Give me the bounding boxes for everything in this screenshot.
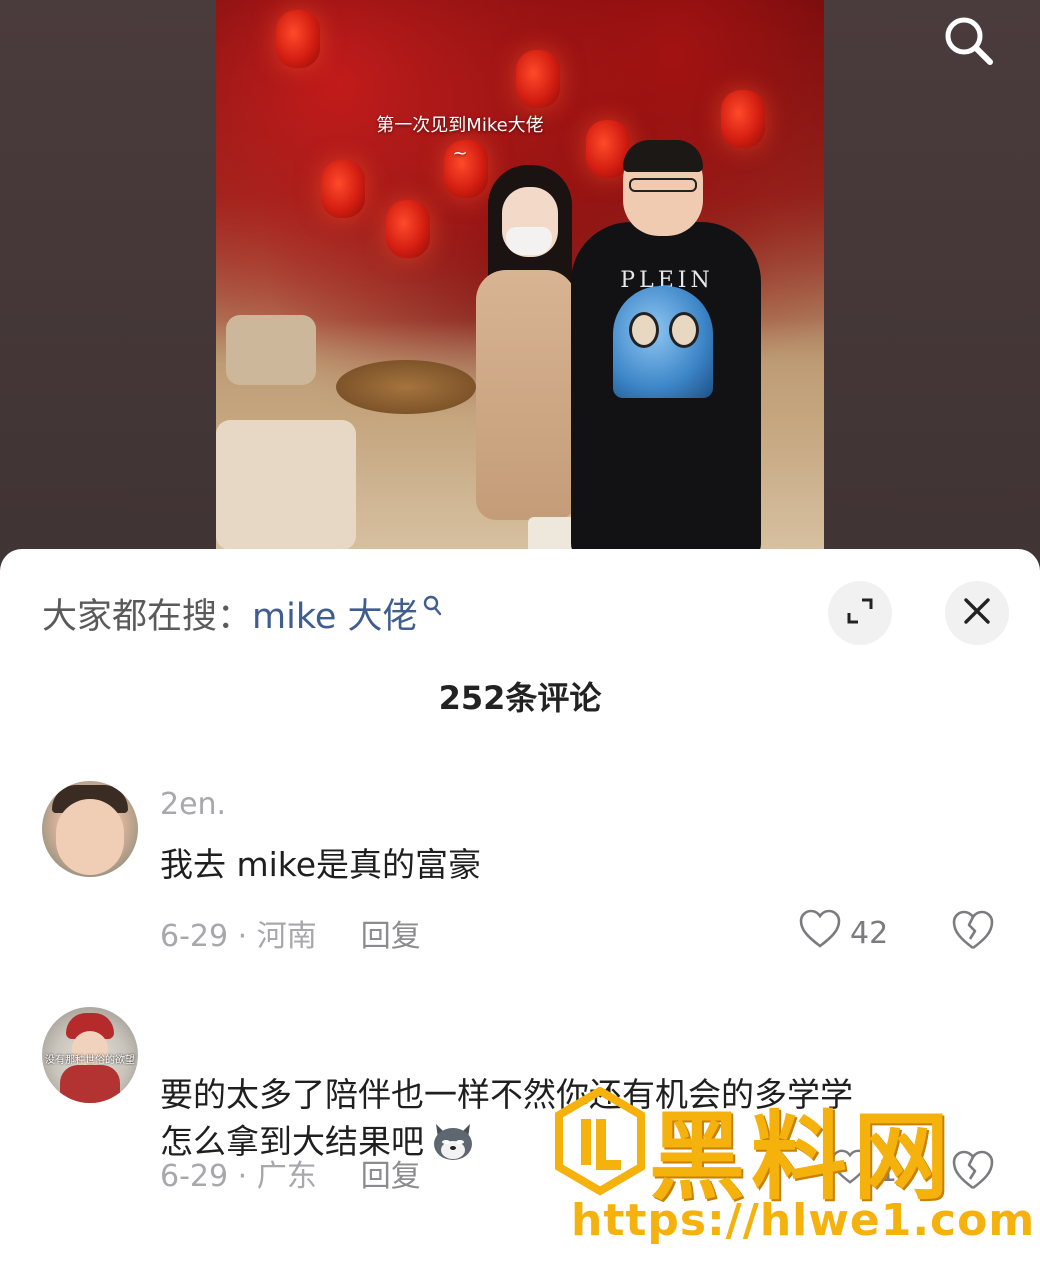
- expand-icon: [845, 596, 875, 630]
- comment-username[interactable]: 2en.: [160, 787, 226, 822]
- video-caption: 第一次见到Mike大佬 ~: [216, 112, 764, 168]
- close-button[interactable]: [945, 581, 1009, 645]
- comment-meta: 6-29 · 广东 回复: [160, 1151, 421, 1195]
- close-icon: [963, 597, 991, 629]
- video-player[interactable]: PLEIN 第一次见到Mike大佬 ~: [216, 0, 824, 560]
- like-count: 1: [878, 1153, 898, 1189]
- trending-search[interactable]: 大家都在搜： mike 大佬: [42, 589, 442, 637]
- video-chair: [226, 315, 316, 385]
- like-button[interactable]: 42: [798, 909, 888, 957]
- comment-sheet: 大家都在搜： mike 大佬 252条评论 2en. 我去 mike是真的富豪 …: [0, 549, 1040, 1280]
- reply-button[interactable]: 回复: [361, 911, 421, 955]
- expand-button[interactable]: [828, 581, 892, 645]
- comment-text: 我去 mike是真的富豪: [160, 845, 482, 884]
- like-button[interactable]: 1: [830, 1149, 897, 1193]
- comment-meta: 6-29 · 河南 回复: [160, 911, 421, 955]
- comment-date-location: 6-29 · 河南: [160, 919, 317, 954]
- video-chair: [216, 420, 356, 550]
- lantern-decoration: [321, 160, 365, 218]
- husky-emoji-icon: [430, 1120, 476, 1162]
- comment-text-line: 要的太多了陪伴也一样不然你还有机会的多学学: [160, 1075, 853, 1114]
- like-count: 42: [850, 915, 889, 951]
- video-caption-tilde: ~: [452, 143, 468, 164]
- search-icon: [422, 585, 442, 625]
- heart-icon: [830, 1149, 870, 1193]
- lantern-decoration: [516, 50, 560, 108]
- comment-date-location: 6-29 · 广东: [160, 1159, 317, 1194]
- avatar[interactable]: [42, 781, 138, 877]
- dislike-button[interactable]: [950, 909, 996, 955]
- reply-button[interactable]: 回复: [361, 1151, 421, 1195]
- avatar-caption: 没有那种世俗的欲望: [45, 1055, 135, 1066]
- video-person-man: PLEIN: [571, 140, 761, 560]
- comment-count-title: 252条评论: [438, 679, 602, 717]
- lantern-decoration: [386, 200, 430, 258]
- lantern-decoration: [276, 10, 320, 68]
- search-icon[interactable]: [940, 12, 996, 68]
- broken-heart-icon: [950, 910, 996, 955]
- app-screen: PLEIN 第一次见到Mike大佬 ~ 大家都在搜： mike 大佬 252条评…: [0, 0, 1040, 1280]
- avatar[interactable]: 没有那种世俗的欲望: [42, 1007, 138, 1103]
- video-caption-line: 第一次见到Mike大佬: [376, 115, 544, 136]
- heart-icon: [798, 909, 842, 957]
- broken-heart-icon: [950, 1150, 996, 1195]
- dislike-button[interactable]: [950, 1149, 996, 1195]
- trending-search-term[interactable]: mike 大佬: [252, 588, 418, 639]
- trending-search-label: 大家都在搜：: [42, 596, 253, 637]
